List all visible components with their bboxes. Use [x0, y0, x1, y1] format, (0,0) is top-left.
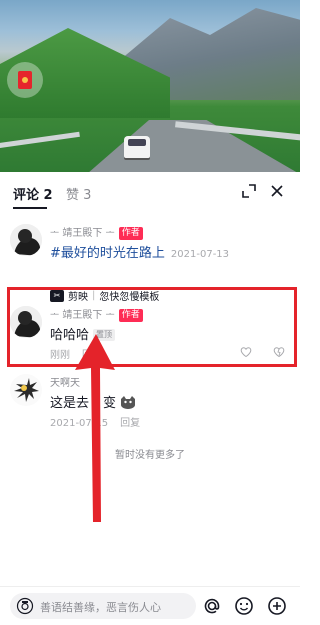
separator: | — [92, 290, 96, 301]
tab-likes[interactable]: 赞 3 — [66, 184, 91, 203]
author-badge: 作者 — [118, 309, 143, 322]
hashtag-link[interactable]: #最好的时光在路上 — [50, 246, 165, 261]
add-icon[interactable] — [266, 595, 288, 617]
video-preview[interactable] — [0, 0, 300, 172]
annotation-arrow-icon — [75, 334, 115, 522]
close-icon[interactable] — [268, 182, 286, 200]
cat-emoji-icon — [121, 396, 136, 409]
tab-underline — [13, 207, 47, 209]
input-placeholder: 善语结善缘，恶言伤人心 — [40, 601, 161, 614]
avatar-image — [10, 224, 42, 256]
comment-text: #最好的时光在路上 2021-07-13 — [50, 242, 229, 261]
reply-button[interactable]: 回复 — [120, 418, 140, 429]
red-packet-icon — [18, 71, 32, 89]
template-app: 剪映 — [68, 292, 88, 303]
red-packet-button[interactable] — [7, 62, 43, 98]
emoji-icon[interactable] — [233, 595, 255, 617]
comment-author[interactable]: ᅩ 靖王殿下 ᅩ 作者 — [50, 306, 143, 322]
comment-date: 2021-07-13 — [170, 249, 230, 260]
dislike-icon[interactable] — [273, 346, 285, 358]
at-icon[interactable] — [201, 595, 223, 617]
car — [124, 136, 150, 158]
comment-author[interactable]: ᅩ 靖王殿下 ᅩ 作者 — [50, 224, 143, 240]
heart-icon[interactable] — [240, 346, 252, 358]
comment-input-bar: 善语结善缘，恶言伤人心 — [0, 586, 300, 625]
tab-comments[interactable]: 评论 2 — [13, 184, 53, 203]
comment-item: ᅩ 靖王殿下 ᅩ 作者 #最好的时光在路上 2021-07-13 ✂ 剪映 | 忽快… — [0, 222, 300, 307]
template-name: 忽快忽慢模板 — [99, 292, 160, 303]
comment-panel: 评论 2 赞 3 ᅩ 靖王殿下 ᅩ 作者 #最好的时光在路上 2021-07-13 … — [0, 172, 300, 624]
avatar-image — [10, 306, 42, 338]
capcut-icon: ✂ — [50, 289, 64, 302]
comment-item: ᅩ 靖王殿下 ᅩ作者 哈哈哈置顶 刚刚回复 — [0, 304, 300, 374]
author-badge: 作者 — [118, 227, 143, 240]
comment-tabs: 评论 2 赞 3 — [0, 172, 300, 212]
template-link[interactable]: ✂ 剪映 | 忽快忽慢模板 — [50, 288, 159, 303]
avatar[interactable] — [10, 306, 42, 338]
comment-input[interactable]: 善语结善缘，恶言伤人心 — [10, 593, 196, 619]
camera-icon[interactable] — [16, 597, 34, 615]
guardrail — [0, 131, 80, 150]
avatar[interactable] — [10, 374, 42, 406]
author-name[interactable]: ᅩ 靖王殿下 ᅩ — [50, 228, 115, 239]
avatar[interactable] — [10, 224, 42, 256]
author-name[interactable]: ᅩ 靖王殿下 ᅩ — [50, 310, 115, 321]
avatar-image — [10, 374, 42, 406]
no-more-text: 暂时没有更多了 — [115, 450, 185, 461]
comment-item: 天啊天 这是去变 2021-07-15 回复 — [0, 374, 300, 438]
expand-icon[interactable] — [240, 182, 258, 200]
comment-time: 刚刚 — [50, 350, 70, 361]
